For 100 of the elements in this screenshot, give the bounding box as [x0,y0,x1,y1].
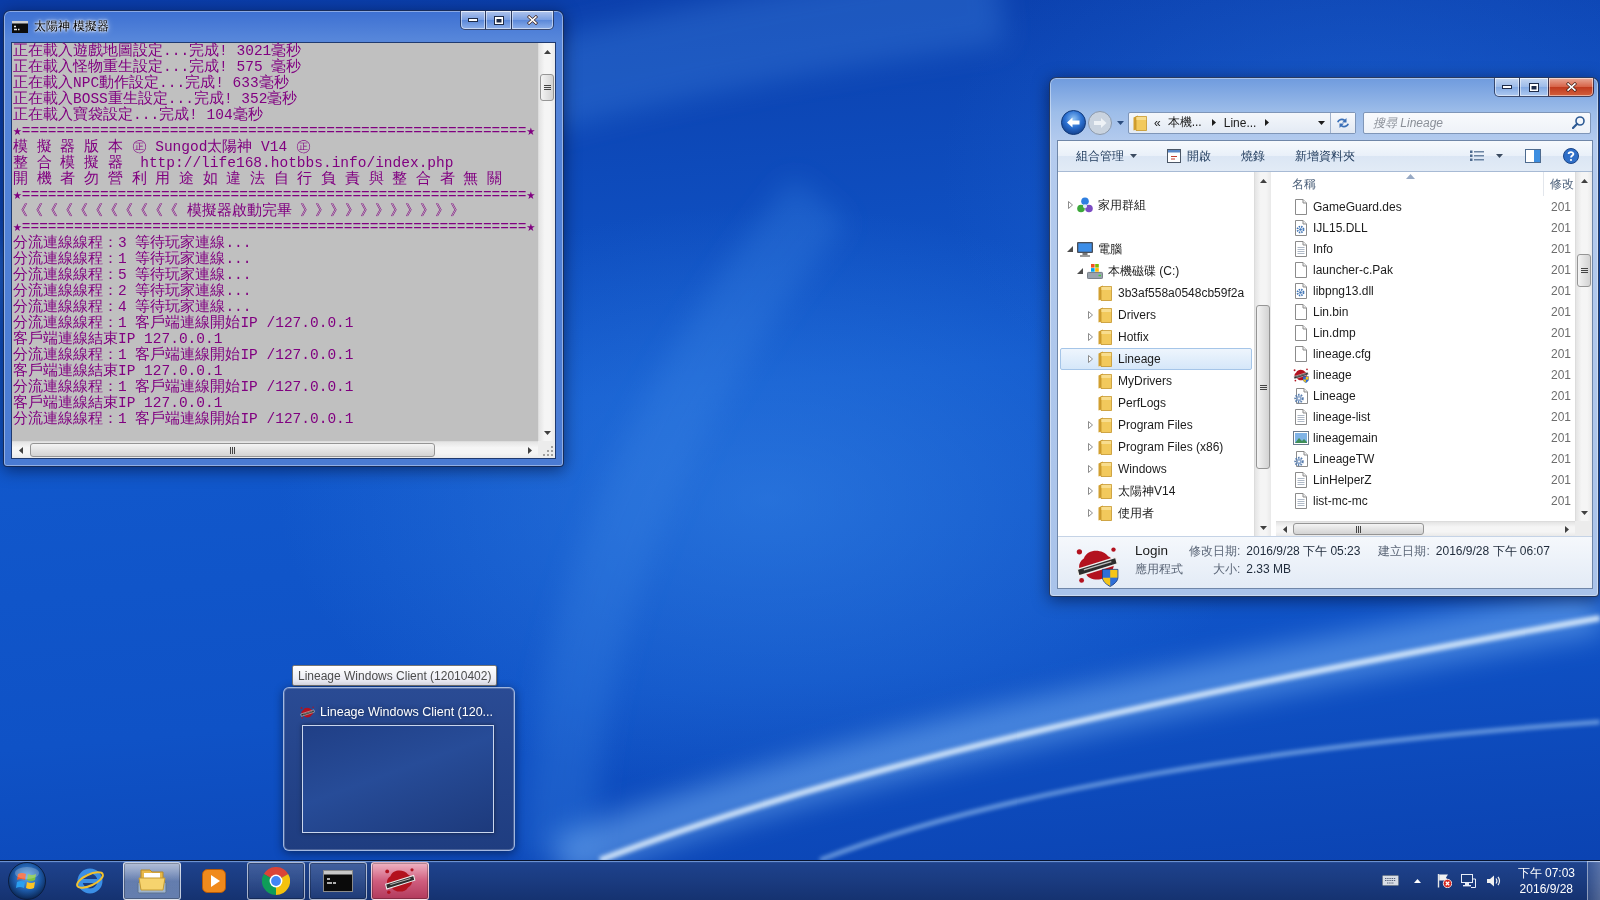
collapsed-arrow-icon[interactable] [1087,509,1093,517]
horizontal-scrollbar[interactable] [1276,521,1575,536]
column-header[interactable]: 修改 [1544,172,1575,196]
nav-item[interactable]: Drivers [1060,304,1252,326]
up-arrow-icon[interactable] [1580,178,1588,183]
file-name[interactable]: Lin.bin [1313,304,1544,319]
search-field[interactable]: 搜尋 Lineage [1363,111,1591,134]
right-arrow-icon[interactable] [527,446,532,454]
nav-item[interactable]: 太陽神V14 [1060,480,1252,502]
network-icon[interactable] [1460,873,1476,888]
scroll-thumb[interactable] [1577,254,1591,287]
nav-item[interactable]: PerfLogs [1060,392,1252,414]
file-name[interactable]: libpng13.dll [1313,283,1544,298]
collapsed-arrow-icon[interactable] [1087,311,1093,319]
horizontal-scrollbar[interactable] [12,441,538,458]
collapsed-arrow-icon[interactable] [1067,201,1073,209]
file-name[interactable]: lineage.cfg [1313,346,1544,361]
file-name[interactable]: Lineage [1313,388,1544,403]
caret-icon[interactable] [1130,154,1137,158]
right-triangle-icon[interactable] [1265,119,1270,126]
show-desktop-button[interactable] [1587,860,1600,900]
breadcrumb-item[interactable]: Line... [1223,115,1257,130]
keyboard-icon[interactable] [1381,875,1399,886]
minimize-button[interactable] [1494,78,1520,97]
scroll-thumb[interactable] [1256,305,1270,469]
file-name[interactable]: Info [1313,241,1544,256]
close-button[interactable] [511,11,554,30]
file-name[interactable]: LineageTW [1313,451,1544,466]
taskbar-button[interactable] [309,861,367,900]
nav-item[interactable]: 家用群組 [1060,194,1252,216]
nav-item[interactable]: Program Files [1060,414,1252,436]
search-icon[interactable] [1572,115,1585,129]
nav-item[interactable]: 3b3af558a0548cb59f2a [1060,282,1252,304]
file-name[interactable]: launcher-c.Pak [1313,262,1544,277]
caret-icon[interactable] [1317,120,1325,125]
nav-item[interactable]: Program Files (x86) [1060,436,1252,458]
nav-item[interactable]: Windows [1060,458,1252,480]
expanded-arrow-icon[interactable] [1077,268,1083,274]
toolbar-button[interactable]: 燒錄 [1233,144,1273,168]
file-name[interactable]: LinHelperZ [1313,472,1544,487]
file-name[interactable]: list-mc-mc [1313,493,1544,508]
collapsed-arrow-icon[interactable] [1087,487,1093,495]
nav-item[interactable]: 電腦 [1060,238,1252,260]
vertical-scrollbar[interactable] [1254,172,1271,536]
maximize-button[interactable] [485,11,512,30]
nav-item[interactable]: 使用者 [1060,502,1252,524]
taskbar-button[interactable] [123,861,181,900]
scroll-thumb[interactable] [1293,523,1424,535]
up-triangle-icon[interactable] [1413,878,1421,883]
window-preview[interactable] [302,725,494,833]
refresh-button[interactable] [1330,112,1355,133]
right-triangle-icon[interactable] [1211,119,1216,126]
toolbar-button[interactable]: 組合管理 [1068,144,1145,168]
up-arrow-icon[interactable] [543,49,551,54]
file-name[interactable]: lineagemain [1313,430,1544,445]
maximize-button[interactable] [1519,78,1549,97]
down-arrow-icon[interactable] [1580,510,1588,515]
left-arrow-icon[interactable] [1282,525,1287,533]
volume-icon[interactable] [1485,873,1501,888]
right-arrow-icon[interactable] [1564,525,1569,533]
collapsed-arrow-icon[interactable] [1087,421,1093,429]
file-name[interactable]: IJL15.DLL [1313,220,1544,235]
toolbar-button[interactable]: 開啟 [1159,144,1219,168]
vertical-scrollbar[interactable] [1575,172,1592,521]
minimize-button[interactable] [460,11,486,30]
vertical-scrollbar[interactable] [538,43,555,441]
nav-item[interactable]: Lineage [1060,348,1252,370]
close-button[interactable] [1548,78,1594,97]
collapsed-arrow-icon[interactable] [1087,355,1093,363]
column-header[interactable]: 名稱 [1276,172,1544,196]
folder-icon [1098,505,1112,521]
address-bar[interactable]: « 本機... Line... [1128,111,1356,134]
scroll-thumb[interactable] [30,443,435,457]
console-line: ★==========================================================★ [13,187,536,203]
clock-button[interactable]: 下午 07:03 2016/9/28 [1517,864,1575,897]
collapsed-arrow-icon[interactable] [1087,333,1093,341]
file-name[interactable]: GameGuard.des [1313,199,1544,214]
nav-item[interactable]: Hotfix [1060,326,1252,348]
start-orb-icon[interactable] [8,861,46,900]
down-arrow-icon[interactable] [543,430,551,435]
taskbar-button[interactable] [247,861,305,900]
down-arrow-icon[interactable] [1259,525,1267,530]
thumbnail-title[interactable]: Lineage Windows Client (120... [320,705,493,719]
breadcrumb-overflow[interactable]: « [1154,115,1161,130]
breadcrumb-item[interactable]: 本機... [1167,114,1202,131]
toolbar-button[interactable]: 新增資料夾 [1287,144,1363,168]
collapsed-arrow-icon[interactable] [1087,465,1093,473]
nav-item[interactable]: MyDrivers [1060,370,1252,392]
scroll-thumb[interactable] [540,74,554,101]
file-name[interactable]: lineage-list [1313,409,1544,424]
collapsed-arrow-icon[interactable] [1087,443,1093,451]
file-name[interactable]: Lin.dmp [1313,325,1544,340]
expanded-arrow-icon[interactable] [1067,246,1073,252]
nav-item[interactable]: 本機磁碟 (C:) [1060,260,1252,282]
left-arrow-icon[interactable] [18,446,23,454]
file-name[interactable]: lineage [1313,367,1544,382]
cog-file-icon [1294,387,1308,404]
up-arrow-icon[interactable] [1259,178,1267,183]
taskbar-button[interactable] [371,861,429,900]
flag-icon[interactable] [1436,873,1452,888]
